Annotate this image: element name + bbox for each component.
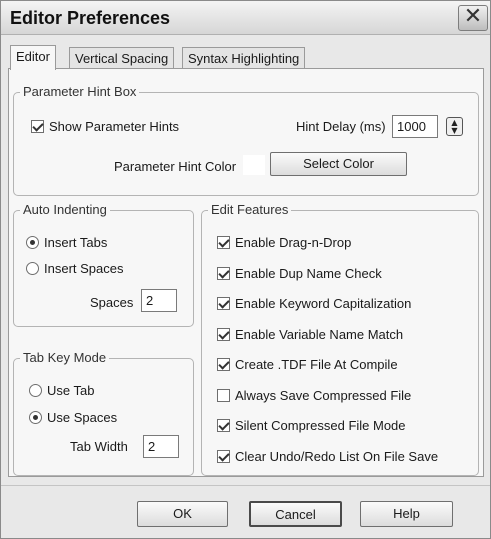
editor-preferences-dialog: Editor Preferences ✕ Editor Vertical Spa… <box>0 0 491 539</box>
hint-delay-label: Hint Delay (ms) <box>296 119 386 134</box>
insert-tabs-option[interactable]: Insert Tabs <box>26 235 107 250</box>
edit-feature-option[interactable]: Enable Drag-n-Drop <box>217 235 351 250</box>
edit-feature-option[interactable]: Enable Keyword Capitalization <box>217 296 411 311</box>
edit-feature-label: Clear Undo/Redo List On File Save <box>235 448 439 464</box>
parameter-hint-box-group: Parameter Hint Box Show Parameter Hints … <box>13 84 479 196</box>
edit-feature-label: Always Save Compressed File <box>235 387 412 403</box>
edit-feature-checkbox[interactable] <box>217 388 230 402</box>
edit-feature-label: Create .TDF File At Compile <box>235 357 398 372</box>
edit-feature-label: Enable Keyword Capitalization <box>235 296 412 311</box>
tab-width-label: Tab Width <box>70 439 128 454</box>
show-parameter-hints-checkbox[interactable] <box>31 120 44 133</box>
close-button[interactable]: ✕ <box>458 5 488 31</box>
edit-feature-label: Enable Dup Name Check <box>235 265 382 281</box>
show-parameter-hints-option[interactable]: Show Parameter Hints <box>31 119 179 134</box>
hint-delay-spinner[interactable]: ▲ ▼ <box>446 117 463 136</box>
dialog-button-bar: OK Cancel Help <box>1 485 490 538</box>
edit-feature-checkbox[interactable] <box>217 449 230 463</box>
spaces-input[interactable]: 2 <box>141 289 177 312</box>
tab-syntax-highlighting[interactable]: Syntax Highlighting <box>182 47 306 70</box>
spaces-label: Spaces <box>90 295 134 310</box>
edit-feature-option[interactable]: Enable Variable Name Match <box>217 327 403 342</box>
edit-feature-checkbox[interactable] <box>217 297 230 310</box>
close-icon: ✕ <box>463 4 483 29</box>
use-tab-label: Use Tab <box>47 383 95 398</box>
edit-feature-checkbox[interactable] <box>217 419 230 432</box>
use-tab-option[interactable]: Use Tab <box>29 383 94 398</box>
spin-down-icon: ▼ <box>451 126 458 135</box>
edit-feature-label: Enable Variable Name Match <box>235 326 404 342</box>
edit-feature-option[interactable]: Create .TDF File At Compile <box>217 357 398 372</box>
use-spaces-label: Use Spaces <box>47 410 118 425</box>
parameter-hint-color-swatch <box>243 155 265 175</box>
select-color-button[interactable]: Select Color <box>270 152 407 176</box>
tab-key-mode-group: Tab Key Mode Use Tab Use Spaces Tab Widt… <box>13 350 194 476</box>
edit-feature-option[interactable]: Always Save Compressed File <box>217 388 411 403</box>
edit-feature-label: Silent Compressed File Mode <box>235 418 406 433</box>
window-title: Editor Preferences <box>10 8 171 28</box>
tab-vertical-spacing[interactable]: Vertical Spacing <box>69 47 175 70</box>
edit-feature-checkbox[interactable] <box>217 236 230 249</box>
edit-feature-checkbox[interactable] <box>217 358 230 371</box>
use-tab-radio[interactable] <box>29 384 42 397</box>
cancel-button[interactable]: Cancel <box>249 501 342 527</box>
edit-feature-option[interactable]: Enable Dup Name Check <box>217 266 382 281</box>
insert-spaces-radio[interactable] <box>26 262 39 275</box>
edit-feature-option[interactable]: Silent Compressed File Mode <box>217 418 406 433</box>
insert-tabs-radio[interactable] <box>26 236 39 249</box>
tab-editor[interactable]: Editor <box>10 45 56 70</box>
parameter-hint-box-legend: Parameter Hint Box <box>20 84 140 99</box>
insert-spaces-option[interactable]: Insert Spaces <box>26 261 124 276</box>
edit-feature-option[interactable]: Clear Undo/Redo List On File Save <box>217 449 438 464</box>
edit-features-legend: Edit Features <box>208 202 292 217</box>
tab-key-mode-legend: Tab Key Mode <box>20 350 110 365</box>
help-button[interactable]: Help <box>360 501 453 527</box>
use-spaces-option[interactable]: Use Spaces <box>29 410 117 425</box>
use-spaces-radio[interactable] <box>29 411 42 424</box>
show-parameter-hints-label: Show Parameter Hints <box>49 119 180 134</box>
insert-tabs-label: Insert Tabs <box>44 235 108 250</box>
edit-feature-label: Enable Drag-n-Drop <box>235 235 352 250</box>
auto-indenting-group: Auto Indenting Insert Tabs Insert Spaces… <box>13 202 194 327</box>
edit-feature-checkbox[interactable] <box>217 327 230 341</box>
tab-width-input[interactable]: 2 <box>143 435 179 458</box>
edit-features-group: Edit Features Enable Drag-n-Drop Enable D… <box>201 202 479 476</box>
insert-spaces-label: Insert Spaces <box>44 261 124 276</box>
auto-indenting-legend: Auto Indenting <box>20 202 110 217</box>
title-bar: Editor Preferences ✕ <box>1 1 490 35</box>
ok-button[interactable]: OK <box>137 501 228 527</box>
editor-tab-panel: Parameter Hint Box Show Parameter Hints … <box>8 68 484 477</box>
hint-delay-input[interactable]: 1000 <box>392 115 438 138</box>
edit-feature-checkbox[interactable] <box>217 266 230 280</box>
parameter-hint-color-label: Parameter Hint Color <box>114 159 237 174</box>
